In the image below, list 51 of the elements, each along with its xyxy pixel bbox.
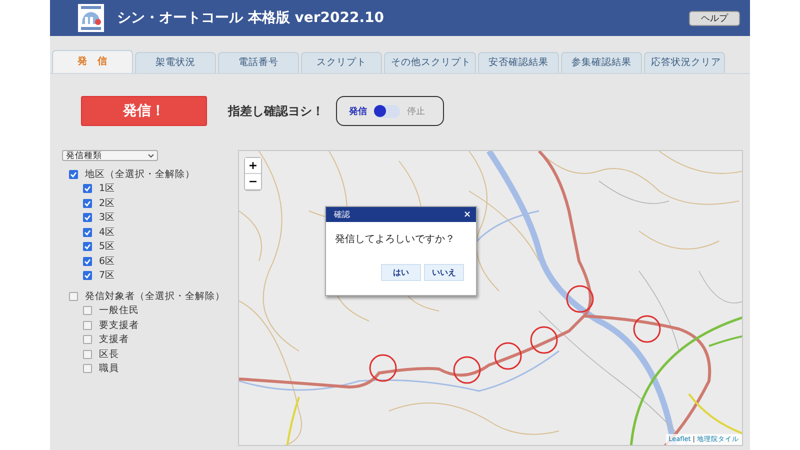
- tab[interactable]: 電話番号: [218, 52, 299, 73]
- checkbox[interactable]: [69, 170, 78, 179]
- confirm-label: 指差し確認ヨシ！: [228, 102, 324, 120]
- checkbox[interactable]: [83, 350, 92, 359]
- checkbox[interactable]: [83, 364, 92, 374]
- checkbox-label: 2区: [99, 196, 116, 210]
- tab[interactable]: 安否確認結果: [478, 52, 559, 73]
- checkbox[interactable]: [69, 292, 78, 301]
- toggle-option[interactable]: 停止: [407, 104, 425, 118]
- logo-icon: [78, 4, 104, 32]
- tab[interactable]: 応答状況クリア: [644, 52, 725, 73]
- checkbox[interactable]: [83, 256, 92, 266]
- help-button[interactable]: ヘルプ: [689, 10, 740, 26]
- caret-icon: [148, 154, 154, 158]
- tab[interactable]: 架電状況: [135, 52, 216, 73]
- checkbox-label: 支援者: [99, 333, 129, 346]
- checkbox[interactable]: [83, 242, 92, 252]
- tab[interactable]: その他スクリプト: [384, 52, 476, 73]
- checkbox-label: 7区: [99, 269, 116, 282]
- type-select[interactable]: 発信種類: [62, 150, 158, 161]
- checkbox-label: 発信対象者（全選択・全解除）: [85, 290, 225, 303]
- zoom-in-button[interactable]: +: [245, 158, 261, 174]
- yes-button[interactable]: はい: [381, 264, 421, 281]
- send-button[interactable]: 発信！: [81, 96, 207, 126]
- checkbox[interactable]: [83, 306, 92, 316]
- checkbox[interactable]: [83, 228, 92, 237]
- checkbox-label: 一般住民: [99, 304, 139, 318]
- dialog-message: 発信してよろしいですか？: [334, 233, 456, 247]
- checkbox-label: 3区: [99, 211, 116, 224]
- tab[interactable]: スクリプト: [301, 52, 382, 73]
- checkbox-label: 5区: [99, 240, 116, 254]
- toggle-switch[interactable]: [374, 104, 400, 118]
- checkbox[interactable]: [83, 320, 92, 330]
- app-title: シン・オートコール 本格版 ver2022.10: [117, 9, 386, 27]
- checkbox[interactable]: [83, 213, 92, 222]
- checkbox[interactable]: [83, 271, 92, 280]
- close-button[interactable]: ×: [463, 210, 471, 220]
- checkbox-label: 地区（全選択・全解除）: [85, 168, 195, 181]
- no-button[interactable]: いいえ: [424, 264, 464, 281]
- checkbox-label: 4区: [99, 226, 116, 239]
- checkbox[interactable]: [83, 198, 92, 208]
- checkbox[interactable]: [83, 184, 92, 194]
- toggle-option[interactable]: 発信: [349, 104, 367, 118]
- tab[interactable]: 参集確認結果: [561, 52, 642, 73]
- checkbox-label: 区長: [99, 348, 119, 361]
- checkbox-label: 職員: [99, 362, 119, 376]
- checkbox-label: 要支援者: [99, 318, 139, 332]
- dialog-title: 確認: [334, 209, 350, 220]
- checkbox-label: 1区: [99, 182, 116, 196]
- checkbox-label: 6区: [99, 254, 116, 268]
- checkbox[interactable]: [83, 335, 92, 344]
